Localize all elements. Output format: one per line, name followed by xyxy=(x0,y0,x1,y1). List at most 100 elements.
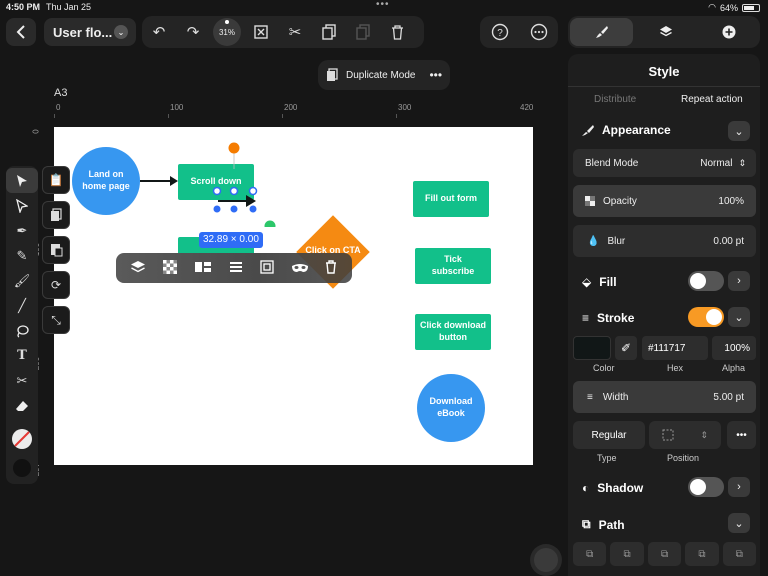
stroke-width-slider[interactable]: ≡ Width 5.00 pt xyxy=(573,381,756,413)
blur-value: 0.00 pt xyxy=(713,235,744,247)
blend-mode-row[interactable]: Blend Mode Normal ⇕ xyxy=(573,149,756,177)
tab-style[interactable] xyxy=(570,18,633,46)
trash-icon xyxy=(326,259,337,274)
secondary-tools: 📋 ⟳ ⤡ xyxy=(42,166,70,334)
tab-add[interactable] xyxy=(697,18,760,46)
mask-icon xyxy=(291,263,308,272)
deselect-button[interactable] xyxy=(244,15,278,49)
fill-toggle[interactable] xyxy=(688,271,724,291)
path-subtract-button[interactable]: ⧉ xyxy=(610,542,644,566)
appearance-header[interactable]: Appearance xyxy=(582,123,671,137)
cut-button[interactable]: ✂ xyxy=(278,15,312,49)
status-date: Thu Jan 25 xyxy=(46,2,92,12)
delete-selection-button[interactable] xyxy=(325,259,337,277)
stroke-alpha-input[interactable]: 100% xyxy=(712,336,756,360)
tab-distribute[interactable]: Distribute xyxy=(594,94,636,105)
stroke-collapse-button[interactable]: ⌄ xyxy=(728,307,750,327)
rotate-button[interactable]: ⟳ xyxy=(42,271,70,299)
path-union-button[interactable]: ⧉ xyxy=(573,542,607,566)
frame-button[interactable] xyxy=(260,259,274,277)
line-tool[interactable]: ╱ xyxy=(6,293,38,318)
path-intersect-button[interactable]: ⧉ xyxy=(647,542,682,566)
duplicate-icon xyxy=(51,208,62,221)
eraser-tool[interactable] xyxy=(6,393,38,418)
help-icon: ? xyxy=(491,23,508,41)
chevron-down-icon: ⌄ xyxy=(734,311,744,324)
paste-button[interactable] xyxy=(346,15,380,49)
fill-color-swatch[interactable] xyxy=(6,426,38,451)
transparency-button[interactable] xyxy=(163,259,178,277)
duplicate-tool-button[interactable] xyxy=(42,201,70,229)
brush-tool[interactable]: 🖌 xyxy=(6,268,38,293)
hex-label: Hex xyxy=(667,363,684,373)
stroke-more-button[interactable]: ••• xyxy=(727,421,756,449)
arrange-button[interactable] xyxy=(130,260,146,277)
redo-button[interactable]: ↷ xyxy=(176,15,210,49)
multitask-dots-icon[interactable]: ••• xyxy=(376,0,390,10)
eyedropper-button[interactable]: ✐ xyxy=(615,336,637,360)
path-divide-button[interactable]: ⧉ xyxy=(722,542,757,566)
select-tool[interactable] xyxy=(6,168,38,193)
shadow-expand-button[interactable]: › xyxy=(728,477,750,497)
stroke-hex-input[interactable]: #111717 xyxy=(642,336,708,360)
lasso-icon xyxy=(17,324,29,338)
stroke-color-swatch[interactable] xyxy=(6,455,38,480)
pen-icon: ✒ xyxy=(16,222,28,238)
lasso-tool[interactable] xyxy=(6,318,38,343)
undo-button[interactable]: ↶ xyxy=(142,15,176,49)
path-collapse-button[interactable]: ⌄ xyxy=(728,513,750,533)
tab-repeat-action[interactable]: Repeat action xyxy=(681,94,743,105)
stroke-toggle[interactable] xyxy=(688,307,724,327)
appearance-collapse-button[interactable]: ⌄ xyxy=(728,121,750,141)
more-icon xyxy=(530,23,547,41)
zoom-button[interactable]: 31% xyxy=(210,15,244,49)
group-icon xyxy=(195,261,212,272)
help-button[interactable]: ? xyxy=(483,15,517,49)
group-button[interactable] xyxy=(194,260,212,277)
delete-button[interactable] xyxy=(380,15,414,49)
document-name-button[interactable]: User flo... ⌄ xyxy=(44,18,136,46)
pencil-tool[interactable]: ✎ xyxy=(6,243,38,268)
node-tick-subscribe[interactable]: Tick subscribe xyxy=(415,248,491,284)
blur-slider[interactable]: 💧 Blur 0.00 pt xyxy=(573,225,756,257)
clipboard-button[interactable]: 📋 xyxy=(42,166,70,194)
align-button[interactable] xyxy=(229,260,243,277)
node-click-download-button[interactable]: Click download button xyxy=(415,314,491,350)
scissors-icon: ✂ xyxy=(16,372,28,388)
node-land-on-home-page[interactable]: Land on home page xyxy=(72,147,140,215)
duplicate-mode-more-icon[interactable]: ••• xyxy=(429,68,442,82)
duplicate-mode-pill[interactable]: Duplicate Mode ••• xyxy=(318,60,450,90)
canvas-sheet[interactable]: Land on home page Scroll down Click on C… xyxy=(54,127,533,465)
back-button[interactable] xyxy=(6,18,36,46)
stroke-type-select[interactable]: Regular xyxy=(573,421,645,449)
zoom-level: 31% xyxy=(213,18,241,46)
eyedropper-icon: ✐ xyxy=(620,341,632,355)
path-exclude-button[interactable]: ⧉ xyxy=(685,542,719,566)
text-tool[interactable]: T xyxy=(6,343,38,368)
more-options-button[interactable] xyxy=(522,15,556,49)
duplicate-grid-button[interactable] xyxy=(42,236,70,264)
copy-button[interactable] xyxy=(312,15,346,49)
shadow-toggle[interactable] xyxy=(688,477,724,497)
assistive-touch-button[interactable] xyxy=(534,548,558,572)
scissors-tool[interactable]: ✂ xyxy=(6,368,38,393)
more-icon: ••• xyxy=(736,429,747,441)
subtract-icon: ⧉ xyxy=(623,548,631,560)
pen-tool[interactable]: ✒ xyxy=(6,218,38,243)
fill-expand-button[interactable]: › xyxy=(728,271,750,291)
brush-icon xyxy=(582,125,594,136)
direct-select-tool[interactable] xyxy=(6,193,38,218)
node-download-ebook[interactable]: Download eBook xyxy=(417,374,485,442)
selected-connector[interactable] xyxy=(208,139,288,227)
connector-arrow[interactable] xyxy=(140,175,180,187)
opacity-slider[interactable]: Opacity 100% xyxy=(573,185,756,217)
node-fill-out-form[interactable]: Fill out form xyxy=(413,181,489,217)
resize-button[interactable]: ⤡ xyxy=(42,306,70,334)
brush-icon: 🖌 xyxy=(13,272,31,288)
tab-layers[interactable] xyxy=(634,18,697,46)
shadow-header: ◐ Shadow xyxy=(582,481,644,495)
stroke-color-well[interactable] xyxy=(573,336,611,360)
stroke-position-select[interactable]: ⇕ xyxy=(649,421,721,449)
mask-button[interactable] xyxy=(291,261,309,276)
position-label: Position xyxy=(667,453,700,463)
